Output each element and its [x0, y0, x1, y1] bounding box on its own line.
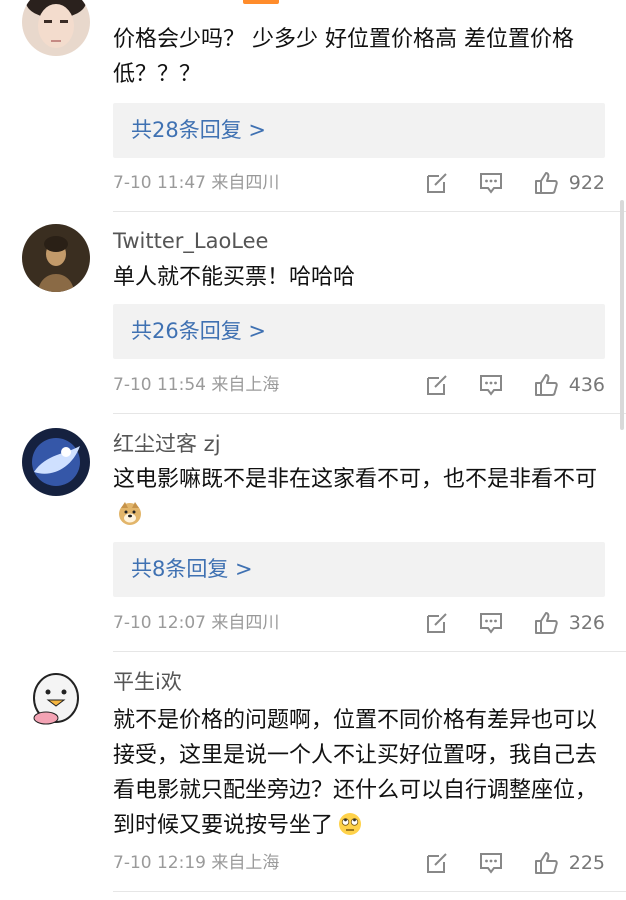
avatar[interactable]: [22, 666, 90, 734]
comment-1: 价格会少吗？ 少多少 好位置价格高 差位置价格低？？？ 共28条回复 > 7-1…: [0, 0, 626, 212]
repost-icon: [427, 853, 447, 873]
divider: [113, 891, 626, 892]
view-replies-button[interactable]: 共28条回复 >: [113, 103, 605, 158]
username[interactable]: Twitter_LaoLee: [113, 227, 268, 255]
username[interactable]: 红尘过客 zj: [113, 430, 221, 458]
repost-button[interactable]: [424, 850, 450, 876]
comment-3: 红尘过客 zj 这电影嘛既不是非在这家看不可，也不是非看不可 共8条回复 > 7…: [0, 414, 626, 652]
comment-button[interactable]: [478, 372, 504, 398]
scrollbar[interactable]: [620, 200, 624, 430]
comment-meta: 7-10 11:54 来自上海 436: [113, 370, 605, 400]
like-button[interactable]: [533, 372, 559, 398]
view-replies-button[interactable]: 共26条回复 >: [113, 304, 605, 359]
thumbs-up-icon: [535, 852, 558, 874]
thumbs-up-icon: [535, 374, 558, 396]
like-button[interactable]: [533, 850, 559, 876]
comment-text: 就不是价格的问题啊，位置不同价格有差异也可以接受，这里是说一个人不让买好位置呀，…: [113, 703, 605, 843]
timestamp: 7-10 11:54 来自上海: [113, 375, 280, 395]
avatar[interactable]: [22, 0, 90, 56]
comment-text: 这电影嘛既不是非在这家看不可，也不是非看不可: [113, 462, 605, 532]
comment-icon: [480, 853, 502, 874]
comment-button[interactable]: [478, 170, 504, 196]
repost-icon: [427, 173, 447, 193]
repost-button[interactable]: [424, 610, 450, 636]
avatar[interactable]: [22, 224, 90, 292]
timestamp: 7-10 11:47 来自四川: [113, 173, 280, 193]
comment-icon: [480, 375, 502, 396]
replies-label: 共26条回复 >: [131, 319, 266, 343]
timestamp: 7-10 12:07 来自四川: [113, 613, 280, 633]
thumbs-up-icon: [535, 172, 558, 194]
repost-icon: [427, 375, 447, 395]
comment-4: 平生i欢 就不是价格的问题啊，位置不同价格有差异也可以接受，这里是说一个人不让买…: [0, 652, 626, 900]
repost-button[interactable]: [424, 170, 450, 196]
repost-button[interactable]: [424, 372, 450, 398]
comment-meta: 7-10 11:47 来自四川 922: [113, 168, 605, 198]
like-count: 326: [568, 612, 605, 634]
doge-emoji: [119, 502, 141, 525]
replies-label: 共28条回复 >: [131, 118, 266, 142]
timestamp: 7-10 12:19 来自上海: [113, 853, 280, 873]
eye-roll-emoji: [339, 813, 362, 835]
comment-2: Twitter_LaoLee 单人就不能买票！哈哈哈 共26条回复 > 7-10…: [0, 212, 626, 414]
comment-icon: [480, 613, 502, 634]
like-count: 436: [568, 374, 605, 396]
like-button[interactable]: [533, 170, 559, 196]
comment-text: 单人就不能买票！哈哈哈: [113, 265, 356, 290]
view-replies-button[interactable]: 共8条回复 >: [113, 542, 605, 597]
replies-label: 共8条回复 >: [131, 557, 253, 581]
thumbs-up-icon: [535, 612, 558, 634]
comment-button[interactable]: [478, 850, 504, 876]
comment-icon: [480, 173, 502, 194]
comment-text-body: 这电影嘛既不是非在这家看不可，也不是非看不可: [113, 467, 598, 492]
comment-meta: 7-10 12:19 来自上海 225: [113, 848, 605, 878]
repost-icon: [427, 613, 447, 633]
like-count: 922: [568, 172, 605, 194]
avatar[interactable]: [22, 428, 90, 496]
like-button[interactable]: [533, 610, 559, 636]
comment-button[interactable]: [478, 610, 504, 636]
comment-meta: 7-10 12:07 来自四川 326: [113, 608, 605, 638]
like-count: 225: [568, 852, 605, 874]
comment-text: 价格会少吗？ 少多少 好位置价格高 差位置价格低？？？: [113, 27, 574, 87]
username[interactable]: 平生i欢: [113, 668, 182, 696]
